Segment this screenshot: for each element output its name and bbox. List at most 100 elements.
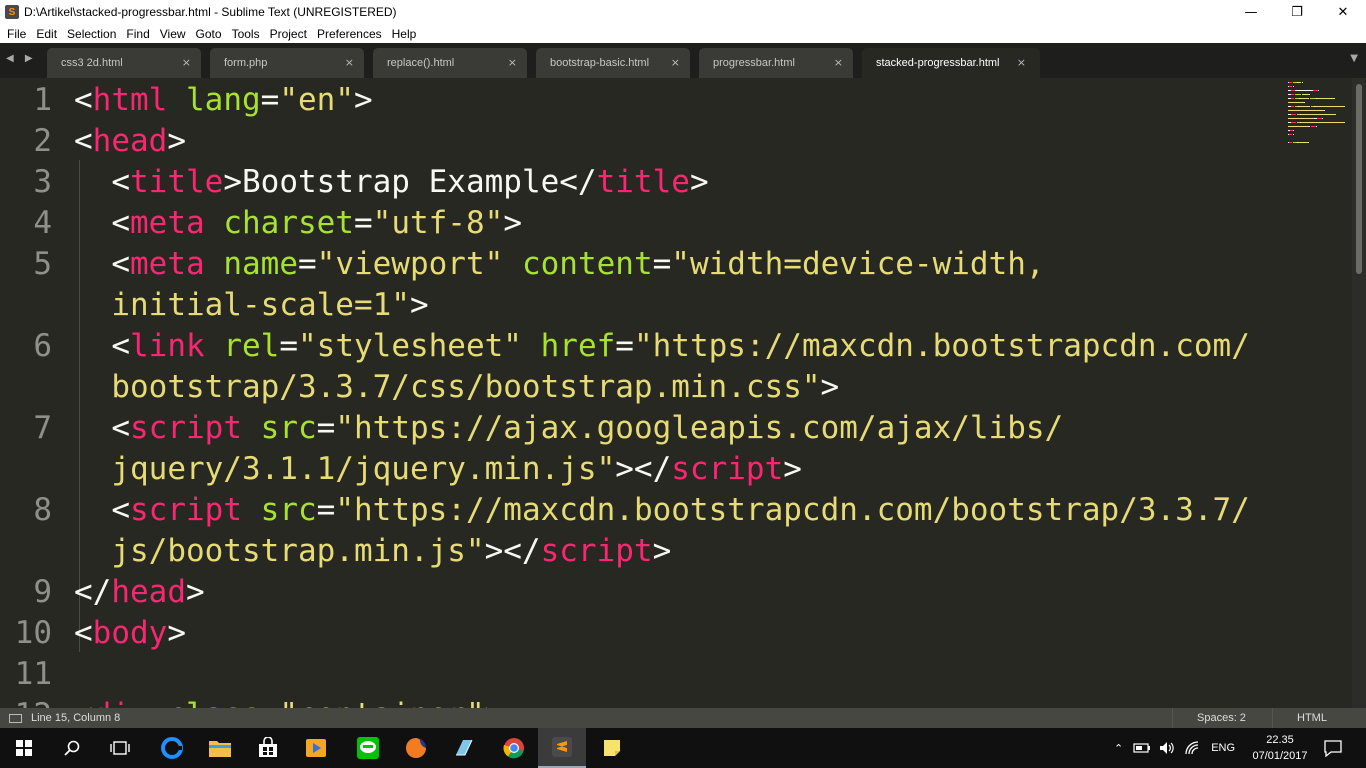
tab-css3-2d[interactable]: css3 2d.html ×	[47, 48, 201, 78]
code-token: content	[521, 246, 653, 282]
minimap-token	[1300, 114, 1336, 115]
close-icon[interactable]: ×	[345, 56, 354, 69]
menu-find[interactable]: Find	[121, 27, 154, 41]
vertical-scrollbar[interactable]	[1352, 78, 1366, 708]
code-token: >	[485, 697, 504, 708]
tab-label: replace().html	[387, 57, 455, 69]
code-editor[interactable]: 123456789101112 <html lang="en"><head> <…	[0, 78, 1352, 708]
code-line[interactable]: <script src="https://ajax.googleapis.com…	[74, 408, 1063, 449]
indentation-status[interactable]: Spaces: 2	[1172, 708, 1272, 728]
minimap-token	[1288, 142, 1292, 143]
close-icon[interactable]: ×	[834, 56, 843, 69]
chevron-up-icon[interactable]: ⌃	[1114, 742, 1123, 755]
tab-replace[interactable]: replace().html ×	[373, 48, 527, 78]
menu-project[interactable]: Project	[265, 27, 312, 41]
close-button[interactable]: ✕	[1320, 0, 1366, 24]
code-line[interactable]: <html lang="en">	[74, 80, 373, 121]
menu-view[interactable]: View	[155, 27, 191, 41]
battery-icon[interactable]	[1133, 742, 1151, 754]
menu-file[interactable]: File	[2, 27, 31, 41]
menu-preferences[interactable]: Preferences	[312, 27, 387, 41]
close-icon[interactable]: ×	[182, 56, 191, 69]
close-icon[interactable]: ×	[1017, 56, 1026, 69]
scrollbar-thumb[interactable]	[1356, 84, 1362, 274]
tab-label: stacked-progressbar.html	[876, 57, 1000, 69]
code-line[interactable]: <div class="container">	[74, 695, 503, 708]
wifi-icon[interactable]	[1185, 741, 1201, 755]
menu-selection[interactable]: Selection	[62, 27, 121, 41]
tab-dropdown-icon[interactable]: ▼	[1350, 53, 1358, 64]
volume-icon[interactable]	[1159, 741, 1175, 755]
minimap-token	[1300, 122, 1345, 123]
code-token: lang	[186, 82, 261, 118]
code-token: =	[652, 246, 672, 282]
minimize-button[interactable]: —	[1228, 0, 1274, 24]
code-token: meta	[130, 246, 205, 282]
code-line[interactable]: <title>Bootstrap Example</title>	[74, 162, 708, 203]
code-line[interactable]: </head>	[74, 572, 205, 613]
syntax-label: HTML	[1297, 712, 1327, 724]
syntax-status[interactable]: HTML	[1272, 708, 1366, 728]
start-icon[interactable]	[0, 728, 48, 768]
code-line[interactable]: <script src="https://maxcdn.bootstrapcdn…	[74, 490, 1250, 531]
search-icon[interactable]	[48, 728, 96, 768]
code-token: >Bootstrap Example</	[223, 164, 597, 200]
minimap-token	[1324, 110, 1325, 111]
line-number: 4	[33, 205, 52, 241]
close-icon[interactable]: ×	[508, 56, 517, 69]
sticky-notes-icon[interactable]	[588, 728, 636, 768]
store-icon[interactable]	[244, 728, 292, 768]
code-line[interactable]: <link rel="stylesheet" href="https://max…	[74, 326, 1250, 367]
tab-nav-arrows-icon[interactable]: ◀ ▶	[6, 53, 37, 64]
menu-tools[interactable]: Tools	[227, 27, 265, 41]
code-token: src	[260, 410, 317, 446]
code-line[interactable]: <head>	[74, 121, 186, 162]
code-line[interactable]: jquery/3.1.1/jquery.min.js"></script>	[74, 449, 802, 490]
language-indicator[interactable]: ENG	[1211, 742, 1235, 754]
code-line[interactable]: bootstrap/3.3.7/css/bootstrap.min.css">	[74, 367, 839, 408]
code-line[interactable]: <body>	[74, 613, 186, 654]
line-icon[interactable]	[344, 728, 392, 768]
tab-label: bootstrap-basic.html	[550, 57, 650, 69]
code-line[interactable]: <meta charset="utf-8">	[74, 203, 522, 244]
firefox-icon[interactable]	[392, 728, 440, 768]
code-token: =	[316, 492, 336, 528]
line-number: 1	[33, 82, 52, 118]
panel-toggle-icon[interactable]	[9, 713, 22, 723]
chrome-icon[interactable]	[490, 728, 538, 768]
tab-stacked-progressbar[interactable]: stacked-progressbar.html ×	[862, 48, 1040, 78]
code-token: =	[279, 328, 298, 364]
edge-icon[interactable]	[148, 728, 196, 768]
code-token: head	[92, 123, 168, 159]
code-line[interactable]: js/bootstrap.min.js"></script>	[74, 531, 671, 572]
code-line[interactable]: <meta name="viewport" content="width=dev…	[74, 244, 1044, 285]
menu-edit[interactable]: Edit	[31, 27, 62, 41]
code-token: bootstrap/3.3.7/css/bootstrap.min.css"	[74, 369, 821, 405]
menu-help[interactable]: Help	[387, 27, 422, 41]
close-icon[interactable]: ×	[671, 56, 680, 69]
sublime-text-icon[interactable]	[538, 728, 586, 768]
tab-label: form.php	[224, 57, 268, 69]
code-token: =	[260, 82, 280, 118]
line-number: 6	[33, 328, 52, 364]
maximize-button[interactable]: ❐	[1274, 0, 1320, 24]
code-token: link	[130, 328, 205, 364]
file-explorer-icon[interactable]	[196, 728, 244, 768]
code-token: meta	[130, 205, 205, 241]
app-icon[interactable]	[440, 728, 488, 768]
code-line[interactable]: initial-scale=1">	[74, 285, 428, 326]
clock[interactable]: 22.35 07/01/2017	[1250, 732, 1310, 764]
tab-form-php[interactable]: form.php ×	[210, 48, 364, 78]
media-player-icon[interactable]	[292, 728, 340, 768]
menu-goto[interactable]: Goto	[191, 27, 227, 41]
tab-bootstrap-basic[interactable]: bootstrap-basic.html ×	[536, 48, 690, 78]
tab-progressbar[interactable]: progressbar.html ×	[699, 48, 853, 78]
code-token: >	[167, 615, 186, 651]
task-view-icon[interactable]	[96, 728, 144, 768]
clock-time: 22.35	[1266, 734, 1294, 746]
minimap-token	[1301, 82, 1303, 83]
code-token: >	[783, 451, 802, 487]
minimap[interactable]	[1288, 78, 1352, 178]
notifications-icon[interactable]	[1310, 728, 1356, 768]
